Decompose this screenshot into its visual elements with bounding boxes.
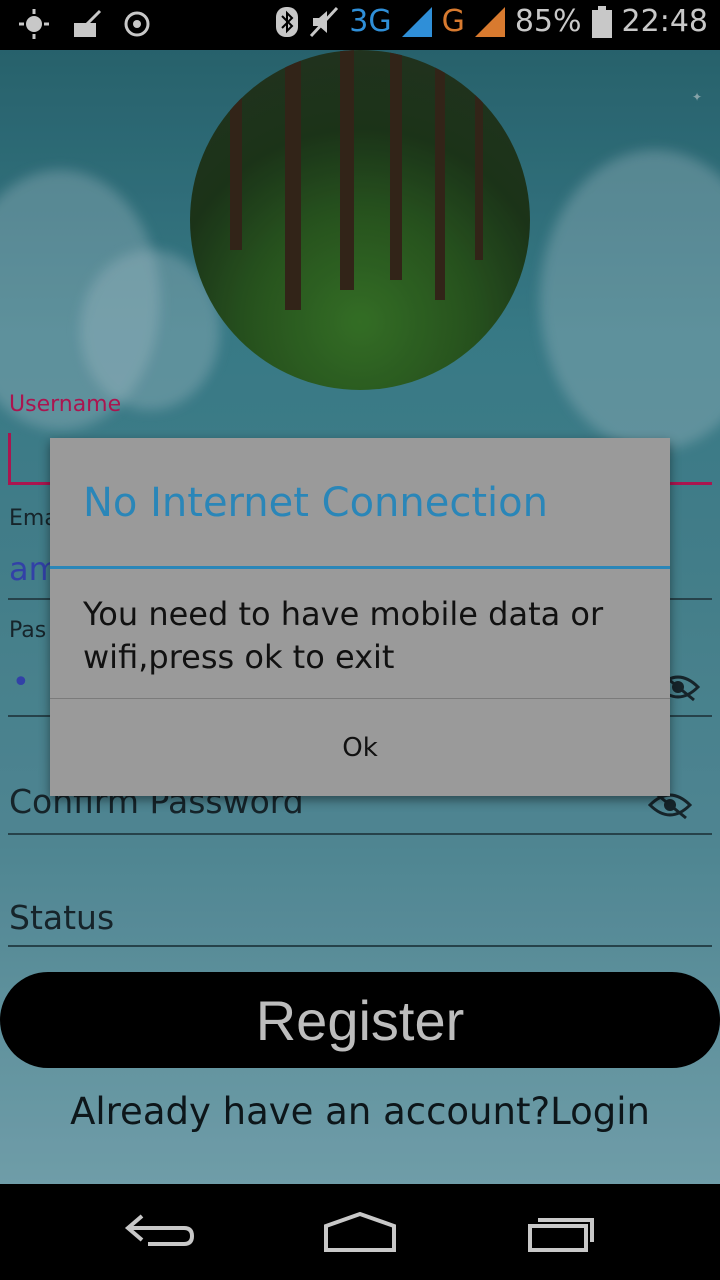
- dialog-title-divider: [50, 566, 670, 569]
- clock: 22:48: [621, 4, 708, 39]
- dialog-title: No Internet Connection: [83, 480, 548, 526]
- signal-icon-roaming: [474, 6, 505, 37]
- weather-icon: [19, 9, 49, 39]
- dialog-message: You need to have mobile data or wifi,pre…: [83, 595, 604, 676]
- no-internet-dialog: No Internet Connection You need to have …: [50, 438, 670, 796]
- ok-button[interactable]: Ok: [50, 700, 670, 796]
- battery-icon: [591, 5, 612, 38]
- cleaner-icon: [74, 9, 102, 37]
- navigation-bar: [0, 1184, 720, 1280]
- back-icon[interactable]: [124, 1212, 196, 1252]
- battery-percent: 85%: [514, 4, 582, 39]
- network-3g-text: 3G: [349, 4, 392, 39]
- dialog-button-divider: [50, 698, 670, 699]
- recents-icon[interactable]: [526, 1212, 598, 1252]
- home-icon[interactable]: [322, 1212, 398, 1252]
- record-icon: [124, 11, 150, 37]
- signal-icon: [401, 6, 432, 37]
- bluetooth-icon: [276, 6, 299, 37]
- mute-icon: [310, 6, 339, 37]
- network-g-text: G: [441, 4, 465, 39]
- status-bar: 3G G 85% 22:48: [0, 0, 720, 50]
